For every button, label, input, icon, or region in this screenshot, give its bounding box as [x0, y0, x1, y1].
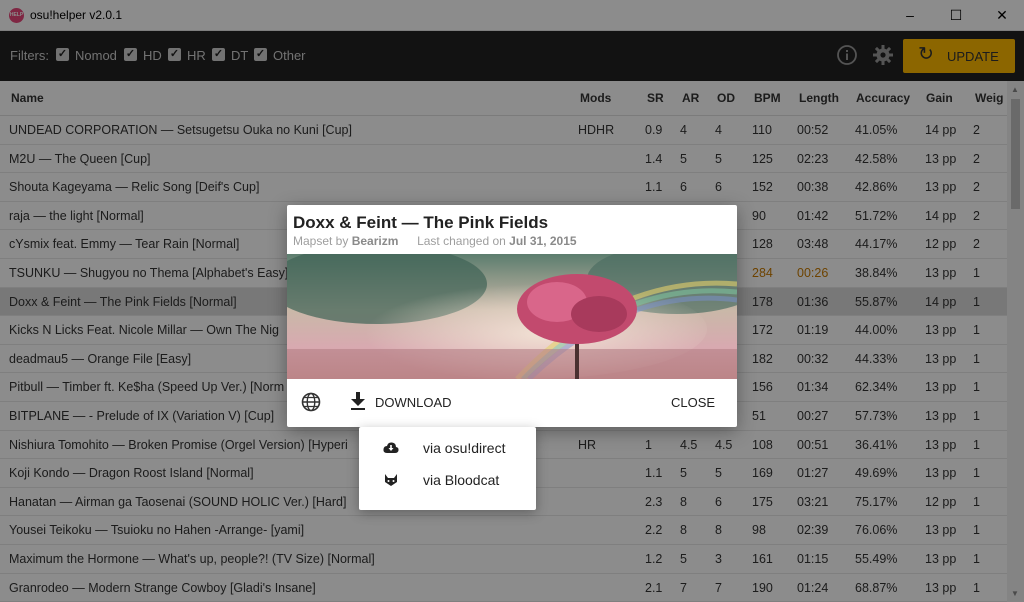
last-changed-label: Last changed on	[417, 234, 506, 248]
globe-icon[interactable]	[301, 392, 321, 412]
dialog-actions: DOWNLOAD CLOSE	[287, 379, 737, 427]
menu-item-label: via Bloodcat	[423, 472, 500, 488]
cat-icon	[383, 473, 399, 487]
menu-item-osu-direct[interactable]: via osu!direct	[359, 431, 536, 465]
last-changed-date: Jul 31, 2015	[509, 234, 577, 248]
dialog-title: Doxx & Feint — The Pink Fields	[293, 213, 549, 232]
download-icon	[349, 391, 367, 411]
download-menu: via osu!direct via Bloodcat	[359, 427, 536, 510]
download-button-label: DOWNLOAD	[375, 395, 452, 410]
menu-item-label: via osu!direct	[423, 440, 506, 456]
dialog-close-button[interactable]: CLOSE	[671, 395, 715, 410]
menu-item-bloodcat[interactable]: via Bloodcat	[359, 463, 536, 497]
cloud-download-icon	[383, 441, 399, 455]
mapper-name: Bearizm	[351, 234, 399, 248]
beatmap-background-image	[287, 254, 737, 379]
mapset-by-label: Mapset by	[293, 234, 349, 248]
beatmap-dialog: Doxx & Feint — The Pink Fields Mapset by…	[287, 205, 737, 427]
dialog-subtitle: Mapset by Bearizm Last changed on Jul 31…	[293, 234, 577, 248]
